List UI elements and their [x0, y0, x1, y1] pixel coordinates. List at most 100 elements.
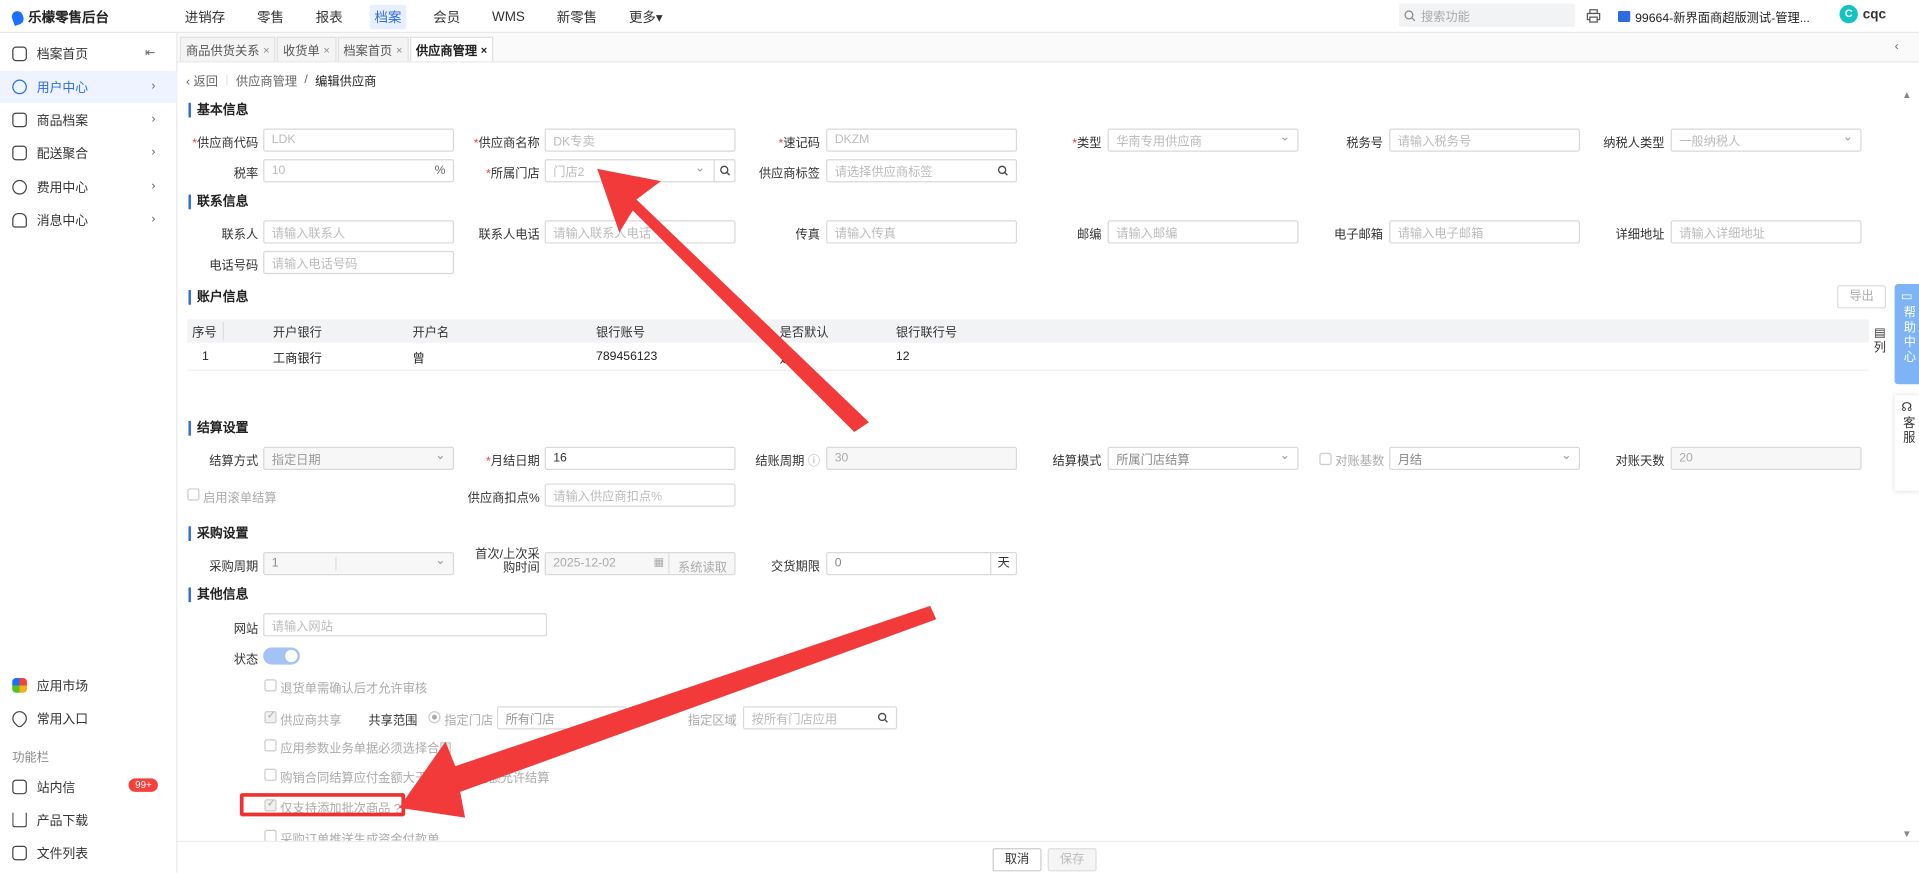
email-field[interactable]: 请输入电子邮箱: [1389, 220, 1581, 244]
top-nav-item[interactable]: WMS: [487, 7, 530, 27]
sidebar-item-label: 常用入口: [36, 711, 89, 727]
supplier-code-field[interactable]: LDK: [263, 128, 455, 152]
chevron-down-icon: ⌄: [1279, 449, 1290, 463]
scroll-down-icon[interactable]: ▼: [1902, 829, 1912, 840]
lead-time-field[interactable]: 0天: [826, 551, 1018, 576]
contract-required-checkbox[interactable]: [264, 739, 277, 752]
tab-receipt[interactable]: 收货单 ×: [276, 36, 336, 62]
return-confirm-checkbox[interactable]: [264, 679, 277, 692]
radio-store[interactable]: [428, 711, 441, 724]
sidebar-item-delivery[interactable]: 配送聚合 ›: [0, 137, 177, 169]
top-nav-more[interactable]: 更多▾: [624, 4, 667, 28]
contract-settle-checkbox[interactable]: [264, 768, 277, 781]
chevron-right-icon: ›: [151, 145, 156, 160]
account-table: 序号 开户银行 开户名 银行账号 是否默认 银行联行号 1 工商银行 曾 789…: [187, 319, 1869, 371]
cancel-button[interactable]: 取消: [992, 848, 1042, 872]
sidebar-item-label: 站内信: [36, 780, 76, 795]
top-nav-item[interactable]: 进销存: [180, 4, 230, 28]
bell-icon: [12, 212, 27, 228]
top-nav-item[interactable]: 报表: [311, 4, 348, 28]
settle-mode-select[interactable]: 所属门店结算 ⌄: [1107, 446, 1299, 470]
sidebar-item-inbox[interactable]: 站内信 99+: [0, 771, 177, 803]
table-row[interactable]: 1 工商银行 曾 789456123 是 12: [187, 343, 1869, 371]
supplier-name-field[interactable]: DK专卖: [544, 128, 736, 152]
cell-default: 是: [779, 351, 792, 366]
tel-field[interactable]: 请输入电话号码: [263, 250, 455, 275]
supplier-tag-select[interactable]: 请选择供应商标签: [826, 159, 1018, 183]
sidebar-item-app-market[interactable]: 应用市场: [0, 669, 177, 701]
discount-field[interactable]: 请输入供应商扣点%: [544, 483, 736, 507]
label-first-purchase-time: 首次/上次采 购时间: [475, 548, 540, 576]
tab-supply-relation[interactable]: 商品供货关系 ×: [179, 36, 276, 62]
website-field[interactable]: 请输入网站: [263, 613, 548, 637]
supplier-share-checkbox[interactable]: ✓: [264, 709, 277, 724]
sidebar-item-archive-home[interactable]: 档案首页 ⇤: [0, 38, 177, 70]
month-day-field[interactable]: 16: [544, 446, 736, 470]
sidebar-item-message[interactable]: 消息中心 ›: [0, 204, 177, 236]
status-toggle[interactable]: [263, 647, 300, 665]
col-account-name: 开户名: [412, 326, 450, 341]
sidebar-item-download[interactable]: 产品下载: [0, 804, 177, 836]
zip-field[interactable]: 请输入邮编: [1107, 220, 1299, 244]
tax-no-field[interactable]: 请输入税务号: [1389, 128, 1581, 152]
search-input[interactable]: 搜索功能: [1398, 3, 1576, 27]
tab-archive-home[interactable]: 档案首页 ×: [337, 36, 409, 62]
tab-label: 档案首页: [343, 45, 393, 59]
fax-field[interactable]: 请输入传真: [826, 220, 1018, 244]
sidebar-item-cost[interactable]: 费用中心 ›: [0, 171, 177, 203]
customer-service-tab[interactable]: ☊ 客服: [1894, 395, 1919, 491]
sidebar-item-user-center[interactable]: 用户中心 ›: [0, 70, 178, 103]
user-menu[interactable]: C cqc: [1839, 4, 1886, 24]
app-market-icon: [12, 678, 27, 693]
top-nav-item[interactable]: 零售: [252, 4, 289, 28]
close-icon[interactable]: ×: [396, 43, 402, 55]
back-link[interactable]: ‹ 返回: [186, 71, 218, 89]
top-nav-item[interactable]: 会员: [428, 4, 465, 28]
scroll-up-icon[interactable]: ▲: [1902, 89, 1912, 100]
sidebar-item-label: 档案首页: [36, 47, 89, 62]
contact-phone-field[interactable]: 请输入联系人电话: [544, 220, 736, 244]
tabs-scroll-left-icon[interactable]: ‹: [1895, 40, 1899, 53]
label-status: 状态: [233, 653, 259, 668]
tax-rate-field[interactable]: 10%: [263, 159, 455, 183]
store-select[interactable]: 门店2 ⌄: [544, 159, 736, 183]
tab-supplier-management[interactable]: 供应商管理 ×: [409, 36, 494, 62]
help-center-tab[interactable]: ▭ 帮助中心: [1894, 283, 1919, 385]
type-select[interactable]: 华南专用供应商 ⌄: [1107, 128, 1299, 152]
close-icon[interactable]: ×: [263, 43, 269, 55]
share-store-select[interactable]: 所有门店 ⌄: [496, 706, 627, 730]
top-nav-item[interactable]: 新零售: [552, 4, 602, 28]
app-title: 乐檬零售后台: [28, 11, 109, 26]
label-discount: 供应商扣点%: [467, 492, 540, 506]
region-select[interactable]: 按所有门店应用: [742, 706, 898, 730]
quick-code-field[interactable]: DKZM: [826, 128, 1018, 152]
recon-base-select[interactable]: 月结 ⌄: [1389, 446, 1581, 470]
close-icon[interactable]: ×: [323, 43, 329, 55]
close-icon[interactable]: ×: [481, 43, 487, 55]
column-settings-button[interactable]: ▤ 列: [1873, 327, 1888, 356]
rolling-settle-checkbox[interactable]: [187, 488, 200, 501]
func-bar-title: 功能栏: [12, 751, 49, 765]
contact-person-field[interactable]: 请输入联系人: [263, 220, 455, 244]
recon-base-checkbox[interactable]: [1319, 452, 1332, 466]
store-switcher[interactable]: 99664-新界面商超版测试-管理...: [1617, 7, 1810, 26]
collapse-icon[interactable]: ⇤: [145, 47, 155, 60]
address-field[interactable]: 请输入详细地址: [1670, 220, 1862, 244]
top-nav-item-active[interactable]: 档案: [369, 4, 407, 29]
sidebar-item-file-list[interactable]: 文件列表: [0, 837, 177, 869]
export-button[interactable]: 导出: [1837, 285, 1887, 309]
sidebar-item-goods[interactable]: 商品档案 ›: [0, 104, 177, 136]
taxpayer-type-select[interactable]: 一般纳税人 ⌄: [1670, 128, 1862, 152]
save-button[interactable]: 保存: [1047, 848, 1097, 872]
purchase-cycle-select[interactable]: 1 ⌄: [263, 551, 455, 576]
breadcrumb-parent[interactable]: 供应商管理: [236, 71, 297, 89]
store-value: 门店2: [553, 166, 585, 180]
radio-region[interactable]: [631, 711, 644, 724]
app-logo[interactable]: 乐檬零售后台: [10, 7, 109, 27]
label-supplier-code: *供应商代码: [192, 137, 259, 151]
print-icon[interactable]: [1586, 9, 1601, 24]
radio-store-label: 指定门店: [444, 714, 494, 729]
settle-method-select[interactable]: 指定日期 ⌄: [263, 446, 455, 470]
sidebar-item-favorites[interactable]: 常用入口: [0, 703, 177, 735]
label-store: *所属门店: [486, 167, 540, 182]
